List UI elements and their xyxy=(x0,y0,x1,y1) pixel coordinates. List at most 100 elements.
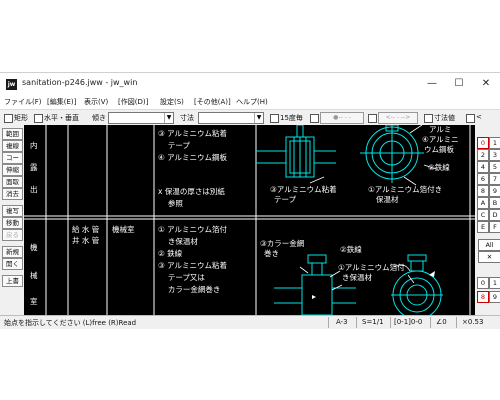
menu-edit[interactable]: [編集(E)] xyxy=(47,97,76,107)
callout-aluminum-sheet-1: ④アルミニ xyxy=(422,135,459,144)
left-toolbox: 範囲 複線 コーナー 伸縮 面取 消去 複写 移動 戻る 新規 開く 上書 xyxy=(0,125,23,315)
status-divider xyxy=(430,317,431,328)
rect-label: 矩形 xyxy=(14,114,28,122)
zoom-value[interactable]: ×0.53 xyxy=(462,318,483,326)
chevron-down-icon[interactable]: ▼ xyxy=(164,113,173,123)
outdoor-char-1: 内 xyxy=(30,141,38,150)
callout-foil-2: き保温材 xyxy=(342,273,372,282)
scale-value[interactable]: S=1/1 xyxy=(362,318,384,326)
hv-checkbox[interactable] xyxy=(34,114,43,123)
layer-f[interactable]: F xyxy=(489,221,500,233)
rect-checkbox[interactable] xyxy=(4,114,13,123)
layer-2[interactable]: 2 xyxy=(477,149,489,161)
tool-range[interactable]: 範囲 xyxy=(2,128,23,140)
maximize-button[interactable]: ☐ xyxy=(452,77,466,91)
machine-char-3: 室 xyxy=(30,297,38,306)
tool-chamfer[interactable]: 面取 xyxy=(2,176,23,188)
layer-b[interactable]: B xyxy=(489,197,500,209)
title-bar: jw sanitation-p246.jww - jw_win — ☐ ✕ xyxy=(0,73,500,95)
tilt-combo[interactable]: ▼ xyxy=(108,112,174,124)
tilt-label: 傾き xyxy=(92,114,106,122)
dim-label: 寸法 xyxy=(180,114,194,122)
layer-0[interactable]: 0 xyxy=(477,137,489,149)
callout-wire-upper: ②鉄線 xyxy=(428,163,450,172)
lower-item-6: カラー金網巻き xyxy=(158,285,221,294)
layer-9[interactable]: 9 xyxy=(489,185,500,197)
upper-item-2: テープ xyxy=(158,141,190,150)
tool-copy[interactable]: 複写 xyxy=(2,205,23,217)
layer-e[interactable]: E xyxy=(477,221,489,233)
deg15-checkbox[interactable] xyxy=(270,114,279,123)
dim-combo[interactable]: ▼ xyxy=(198,112,264,124)
all-layers-button[interactable]: All xyxy=(478,239,500,251)
room-label: 機械室 xyxy=(112,225,135,234)
menu-help[interactable]: ヘルプ(H) xyxy=(236,97,268,107)
lower-item-1: ① アルミニウム箔付 xyxy=(158,225,228,234)
machine-char-1: 機 xyxy=(30,243,38,252)
drawing-canvas[interactable]: 内 露 出 機 械 室 給 水 管 井 水 管 機械室 ③ アルミニウム粘着 テ… xyxy=(24,125,475,315)
window-title: sanitation-p246.jww - jw_win xyxy=(22,78,138,87)
tool-extend[interactable]: 伸縮 xyxy=(2,164,23,176)
layer-3[interactable]: 3 xyxy=(489,149,500,161)
callout-wire-lower: ②鉄線 xyxy=(340,245,362,254)
tool-offset[interactable]: 複線 xyxy=(2,140,23,152)
tool-erase[interactable]: 消去 xyxy=(2,188,23,200)
group-layer-8[interactable]: 8 xyxy=(477,291,489,303)
paper-size[interactable]: A-3 xyxy=(336,318,348,326)
menu-settings[interactable]: 設定(S) xyxy=(160,97,184,107)
arrow-checkbox[interactable] xyxy=(368,114,377,123)
status-divider xyxy=(456,317,457,328)
control-bar: 矩形 水平・垂直 傾き ▼ 寸法 ▼ 15度毎 ●-- - - <-- - --… xyxy=(0,109,500,126)
layer-4[interactable]: 4 xyxy=(477,161,489,173)
status-divider xyxy=(390,317,391,328)
circle-point-button[interactable]: ●-- - - xyxy=(320,112,364,124)
app-window: jw sanitation-p246.jww - jw_win — ☐ ✕ ファ… xyxy=(0,72,500,329)
close-button[interactable]: ✕ xyxy=(479,77,493,91)
dimval-label: 寸法値 xyxy=(434,114,455,122)
layer-1[interactable]: 1 xyxy=(489,137,500,149)
chevron-down-icon[interactable]: ▼ xyxy=(254,113,263,123)
pipe-label-1: 給 水 管 xyxy=(72,225,100,234)
menu-bar: ファイル(F) [編集(E)] 表示(V) [作図(D)] 設定(S) [その他… xyxy=(0,95,500,109)
minimize-button[interactable]: — xyxy=(425,77,439,91)
outdoor-char-2: 露 xyxy=(30,163,38,172)
menu-other[interactable]: [その他(A)] xyxy=(194,97,231,107)
callout-tape-2: テープ xyxy=(274,195,297,204)
layer-7[interactable]: 7 xyxy=(489,173,500,185)
layer-6[interactable]: 6 xyxy=(477,173,489,185)
arrow-button[interactable]: <-- - --> xyxy=(378,112,418,124)
layer-c[interactable]: C xyxy=(477,209,489,221)
dimval-checkbox[interactable] xyxy=(424,114,433,123)
callout-mesh-1: ③カラー金網 xyxy=(260,239,305,248)
circle-checkbox[interactable] xyxy=(310,114,319,123)
tool-move[interactable]: 移動 xyxy=(2,217,23,229)
tool-open[interactable]: 開く xyxy=(2,258,23,270)
group-layer-9[interactable]: 9 xyxy=(489,291,500,303)
layer-d[interactable]: D xyxy=(489,209,500,221)
tool-save[interactable]: 上書 xyxy=(2,275,23,287)
angle-value[interactable]: ∠0 xyxy=(436,318,447,326)
layer-status[interactable]: [0-1]0-0 xyxy=(394,318,422,326)
menu-file[interactable]: ファイル(F) xyxy=(4,97,42,107)
tool-corner[interactable]: コーナー xyxy=(2,152,23,172)
lt-label: < xyxy=(476,113,482,121)
lt-checkbox[interactable] xyxy=(466,114,475,123)
tool-undo[interactable]: 戻る xyxy=(2,229,23,241)
group-layer-1[interactable]: 1 xyxy=(489,277,500,289)
menu-draw[interactable]: [作図(D)] xyxy=(118,97,148,107)
status-divider xyxy=(328,317,329,328)
layer-a[interactable]: A xyxy=(477,197,489,209)
outdoor-char-3: 出 xyxy=(30,185,38,194)
lower-item-4: ③ アルミニウム粘着 xyxy=(158,261,228,270)
group-layer-0[interactable]: 0 xyxy=(477,277,489,289)
layer-5[interactable]: 5 xyxy=(489,161,500,173)
upper-item-6: 参照 xyxy=(158,199,183,208)
status-divider xyxy=(356,317,357,328)
menu-view[interactable]: 表示(V) xyxy=(84,97,108,107)
cross-icon[interactable]: ✕ xyxy=(478,251,500,263)
upper-item-5: x 保温の厚さは別紙 xyxy=(158,187,225,196)
deg15-label: 15度毎 xyxy=(280,114,303,122)
tool-new[interactable]: 新規 xyxy=(2,246,23,258)
hv-label: 水平・垂直 xyxy=(44,114,79,122)
layer-8[interactable]: 8 xyxy=(477,185,489,197)
